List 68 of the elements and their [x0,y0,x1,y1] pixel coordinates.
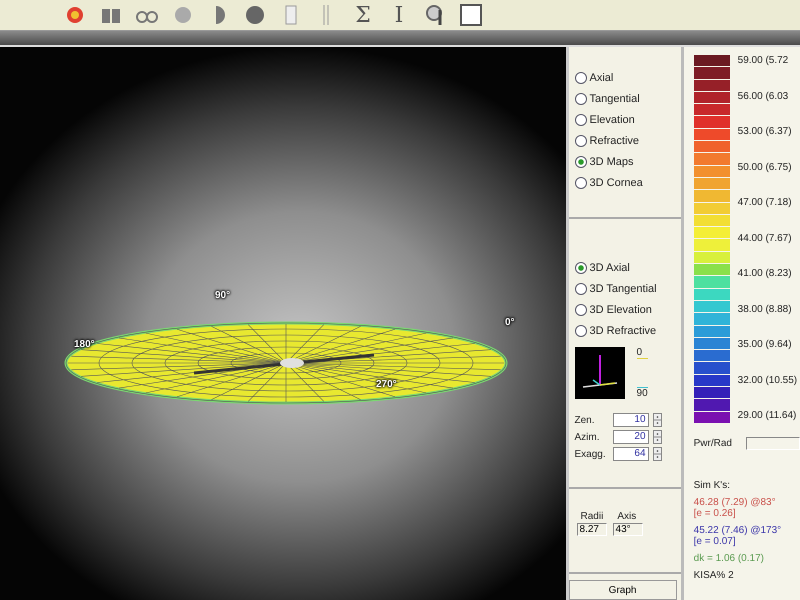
map-type-radio[interactable]: Elevation [574,111,675,128]
scale-label: 53.00 (6.37) [738,126,793,137]
map-type-radio[interactable]: 3D Cornea [574,174,675,191]
spin-arrows-icon[interactable] [652,447,662,461]
axis-label: 0 [636,347,648,359]
sim-k-value: 46.28 (7.29) @83° [694,497,776,508]
number-field[interactable]: 64 [612,447,649,461]
pwr-rad-label: Pwr/Rad [694,438,732,449]
radio-dot[interactable] [574,114,587,126]
graph-button[interactable]: Graph [568,580,677,600]
scale-label: 32.00 (10.55) [738,374,798,386]
radio-dot[interactable] [574,156,587,168]
radio-dot[interactable] [574,92,587,104]
toolbar-button[interactable]: I [384,2,414,28]
eccentricity-value: [e = 0.07] [694,536,736,547]
axes-preview-drawing [574,347,625,399]
map-type-radio[interactable]: Axial [574,69,675,86]
document-icon [285,5,297,25]
spinner-label: Zen. [574,414,596,426]
dk-value: dk = 1.06 (0.17) [694,553,765,564]
scale-label: 41.00 (8.23) [738,268,793,279]
kisa-value: KISA% 2 [694,570,735,581]
radio-dot[interactable] [574,176,587,188]
toolbar-button[interactable]: Σ [348,2,378,28]
map-type-radio[interactable]: Tangential [574,90,675,107]
scale-label: 35.00 (9.64) [738,339,793,350]
scale-label: 44.00 (7.67) [738,232,793,244]
window-icon [460,4,482,26]
radio-dot[interactable] [574,324,587,336]
eccentricity-value: [e = 0.26] [694,508,736,519]
scale-label: 56.00 (6.03 [738,90,790,102]
scale-label: 50.00 (6.75) [738,162,793,172]
axis-label: Axis [617,511,636,522]
radio-dot[interactable] [574,304,587,316]
angle-label: 90° [215,290,230,301]
grid-icon [100,6,122,24]
map-3d-radio[interactable]: 3D Axial [574,259,675,276]
sim-k-value: 45.22 (7.46) @173° [694,525,782,536]
heatmap-icon [64,6,86,24]
sphere-icon [172,6,194,24]
scale-label: 29.00 (11.64) [738,410,798,421]
radio-dot[interactable] [574,134,587,146]
scale-label: 38.00 (8.88) [738,304,793,314]
spin-arrows-icon[interactable] [652,413,662,427]
axis-label: 90 [636,387,648,399]
axis-field[interactable]: 43° [612,523,643,536]
map-3d-radio[interactable]: 3D Elevation [574,301,675,318]
spinner-label: Exagg. [574,448,607,460]
sim-k-title: Sim K's: [694,480,731,491]
map-3d-radio[interactable]: 3D Refractive [574,322,675,339]
scale-label: 59.00 (5.72 [738,55,790,66]
number-field[interactable]: 20 [612,430,649,444]
spinner-label: Azim. [574,432,601,442]
map-3d-radio[interactable]: 3D Tangential [574,280,675,297]
radio-dot[interactable] [574,72,587,84]
spin-arrows-icon[interactable] [652,430,662,444]
scale-label: 47.00 (7.18) [738,197,793,208]
search-icon [425,4,445,26]
angle-label: 0° [505,317,515,328]
radio-dot[interactable] [574,282,587,294]
disc-icon [244,5,266,25]
map-type-radio[interactable]: 3D Maps [574,153,675,170]
pwr-rad-field[interactable] [746,437,800,450]
radii-field[interactable]: 8.27 [576,523,607,536]
radii-label: Radii [580,511,604,522]
number-field[interactable]: 10 [612,413,649,427]
radio-dot[interactable] [574,262,587,274]
map-type-radio[interactable]: Refractive [574,132,675,149]
